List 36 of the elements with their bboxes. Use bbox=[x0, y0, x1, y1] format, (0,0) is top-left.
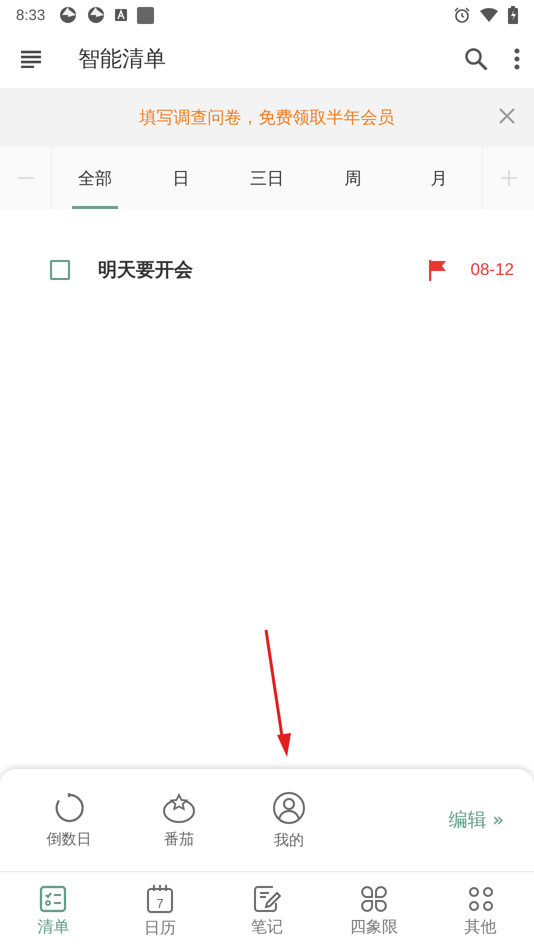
plus-icon bbox=[500, 170, 516, 186]
checkbox[interactable] bbox=[50, 260, 70, 280]
search-button[interactable] bbox=[464, 47, 488, 71]
tab[interactable]: 三日 bbox=[224, 147, 310, 209]
battery-icon bbox=[508, 6, 518, 24]
shortcut-button[interactable]: 我的 bbox=[234, 790, 344, 850]
alarm-icon bbox=[454, 7, 470, 23]
status-time: 8:33 bbox=[16, 6, 46, 24]
square-icon bbox=[137, 6, 154, 24]
nav-tab[interactable]: 7 日历 bbox=[106, 872, 214, 950]
due-date: 08-12 bbox=[470, 260, 514, 280]
close-button[interactable] bbox=[498, 107, 516, 125]
tab[interactable]: 日 bbox=[138, 147, 224, 209]
more-menu-button[interactable] bbox=[514, 48, 520, 70]
countdown-icon bbox=[53, 792, 85, 824]
profile-icon bbox=[272, 790, 306, 824]
shortcut-button[interactable]: 倒数日 bbox=[14, 792, 124, 848]
tab[interactable]: 周 bbox=[310, 147, 396, 209]
keyboard-icon bbox=[115, 9, 128, 21]
nav-tab[interactable]: 笔记 bbox=[214, 872, 320, 950]
nav-tab[interactable]: 清单 bbox=[0, 872, 107, 950]
nav-tab[interactable]: 四象限 bbox=[320, 872, 428, 950]
nav-tab[interactable]: 其他 bbox=[427, 872, 534, 950]
tomato-icon bbox=[162, 792, 196, 824]
app-title: 智能清单 bbox=[78, 46, 166, 74]
clover-icon bbox=[360, 884, 388, 912]
tab[interactable]: 全部 bbox=[52, 147, 138, 209]
edit-link[interactable]: 编辑 » bbox=[442, 806, 510, 834]
shortcut-button[interactable]: 番茄 bbox=[124, 792, 234, 848]
wifi-icon bbox=[480, 8, 498, 22]
tab[interactable]: 月 bbox=[396, 147, 482, 209]
menu-button[interactable] bbox=[20, 50, 42, 68]
checklist-icon bbox=[39, 884, 68, 912]
task-title: 明天要开会 bbox=[98, 258, 194, 283]
more-icon bbox=[466, 884, 495, 912]
note-icon bbox=[252, 884, 281, 912]
